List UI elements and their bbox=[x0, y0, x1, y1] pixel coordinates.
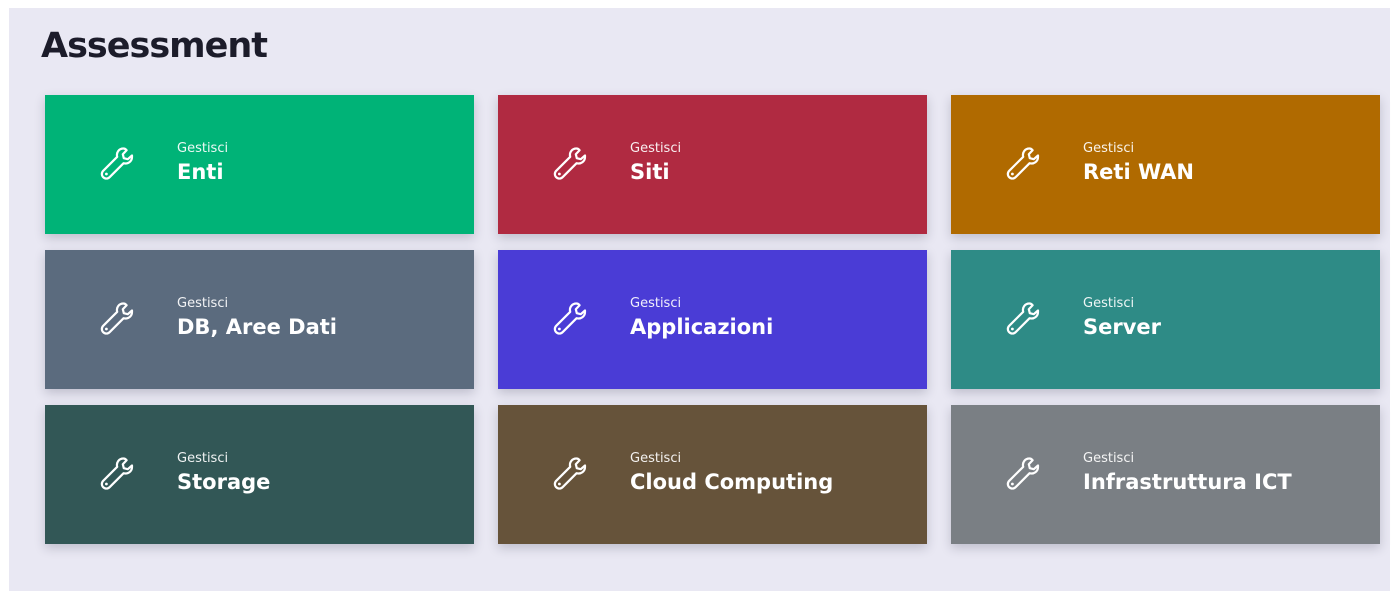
wrench-icon bbox=[550, 453, 592, 495]
tile-enti[interactable]: Gestisci Enti bbox=[45, 95, 474, 234]
wrench-icon bbox=[97, 453, 139, 495]
tile-kicker: Gestisci bbox=[177, 296, 229, 311]
wrench-icon bbox=[550, 143, 592, 185]
page-title: Assessment bbox=[41, 26, 268, 66]
tile-kicker: Gestisci bbox=[1083, 141, 1135, 156]
tile-kicker: Gestisci bbox=[1083, 296, 1135, 311]
tile-kicker: Gestisci bbox=[630, 141, 682, 156]
assessment-panel: Assessment Gestisci Enti Gestisci Siti G… bbox=[9, 8, 1390, 591]
tile-grid: Gestisci Enti Gestisci Siti Gestisci Ret… bbox=[45, 95, 1380, 544]
tile-label: Infrastruttura ICT bbox=[1083, 470, 1292, 494]
wrench-icon bbox=[550, 298, 592, 340]
tile-label: Cloud Computing bbox=[630, 470, 834, 494]
tile-text: Gestisci Reti WAN bbox=[1083, 141, 1194, 185]
tile-text: Gestisci Infrastruttura ICT bbox=[1083, 451, 1292, 495]
tile-label: Server bbox=[1083, 315, 1162, 339]
tile-label: Storage bbox=[177, 470, 271, 494]
wrench-icon bbox=[1003, 298, 1045, 340]
tile-kicker: Gestisci bbox=[1083, 451, 1135, 466]
tile-text: Gestisci Applicazioni bbox=[630, 296, 773, 340]
tile-db-aree-dati[interactable]: Gestisci DB, Aree Dati bbox=[45, 250, 474, 389]
tile-kicker: Gestisci bbox=[630, 296, 682, 311]
tile-label: Reti WAN bbox=[1083, 160, 1195, 184]
tile-text: Gestisci Siti bbox=[630, 141, 681, 185]
tile-reti-wan[interactable]: Gestisci Reti WAN bbox=[951, 95, 1380, 234]
tile-text: Gestisci Enti bbox=[177, 141, 228, 185]
wrench-icon bbox=[1003, 143, 1045, 185]
wrench-icon bbox=[97, 298, 139, 340]
tile-text: Gestisci Server bbox=[1083, 296, 1161, 340]
tile-kicker: Gestisci bbox=[177, 141, 229, 156]
tile-label: Enti bbox=[177, 160, 224, 184]
tile-label: Siti bbox=[630, 160, 670, 184]
tile-kicker: Gestisci bbox=[177, 451, 229, 466]
tile-text: Gestisci Storage bbox=[177, 451, 270, 495]
wrench-icon bbox=[97, 143, 139, 185]
tile-label: DB, Aree Dati bbox=[177, 315, 337, 339]
tile-storage[interactable]: Gestisci Storage bbox=[45, 405, 474, 544]
tile-text: Gestisci DB, Aree Dati bbox=[177, 296, 337, 340]
wrench-icon bbox=[1003, 453, 1045, 495]
tile-infrastruttura-ict[interactable]: Gestisci Infrastruttura ICT bbox=[951, 405, 1380, 544]
tile-kicker: Gestisci bbox=[630, 451, 682, 466]
tile-cloud-computing[interactable]: Gestisci Cloud Computing bbox=[498, 405, 927, 544]
tile-server[interactable]: Gestisci Server bbox=[951, 250, 1380, 389]
tile-siti[interactable]: Gestisci Siti bbox=[498, 95, 927, 234]
tile-applicazioni[interactable]: Gestisci Applicazioni bbox=[498, 250, 927, 389]
tile-label: Applicazioni bbox=[630, 315, 774, 339]
tile-text: Gestisci Cloud Computing bbox=[630, 451, 833, 495]
